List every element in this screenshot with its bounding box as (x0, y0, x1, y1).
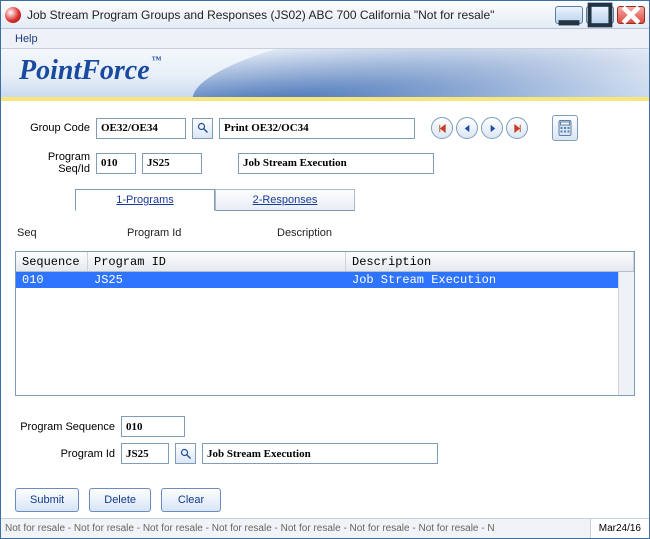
group-code-field[interactable]: OE32/OE34 (96, 118, 186, 139)
program-grid: Sequence Program ID Description 010 JS25… (15, 251, 635, 396)
window-title: Job Stream Program Groups and Responses … (27, 8, 555, 22)
maximize-button[interactable] (586, 6, 614, 24)
nav-next-button[interactable] (481, 117, 503, 139)
cell-pid: JS25 (88, 273, 346, 287)
program-id-field[interactable]: JS25 (121, 443, 169, 464)
app-icon (5, 7, 21, 23)
menu-bar: Help (1, 29, 649, 49)
row-program-id: Program Id JS25 Job Stream Execution (15, 443, 635, 464)
search-icon (180, 448, 192, 460)
maximize-icon (587, 2, 613, 28)
title-bar: Job Stream Program Groups and Responses … (1, 1, 649, 29)
nav-prev-button[interactable] (456, 117, 478, 139)
delete-button[interactable]: Delete (89, 488, 151, 512)
grid-column-headers: Sequence Program ID Description (16, 252, 634, 272)
prog-desc-field[interactable]: Job Stream Execution (238, 153, 434, 174)
calculator-icon (558, 120, 572, 136)
program-sequence-field[interactable]: 010 (121, 416, 185, 437)
brand-banner: PointForce™ (1, 49, 649, 101)
row-program-seq-id: Program Seq/Id 010 JS25 Job Stream Execu… (15, 151, 635, 175)
col-header-program-id[interactable]: Program ID (88, 252, 346, 271)
app-window: Job Stream Program Groups and Responses … (0, 0, 650, 539)
bottom-fields: Program Sequence 010 Program Id JS25 Job… (15, 416, 635, 464)
nav-last-button[interactable] (506, 117, 528, 139)
status-date: Mar24/16 (590, 519, 649, 538)
menu-help[interactable]: Help (7, 31, 46, 47)
cell-seq: 010 (16, 273, 88, 287)
search-icon (197, 122, 209, 134)
label-program-seq-id: Program Seq/Id (15, 151, 90, 175)
program-id-desc-field[interactable]: Job Stream Execution (202, 443, 438, 464)
next-icon (488, 124, 497, 133)
minimize-icon (556, 2, 582, 28)
window-buttons (555, 6, 645, 24)
grid-external-labels: Seq Program Id Description (17, 227, 635, 239)
brand-text: PointForce (19, 55, 150, 86)
tab-responses[interactable]: 2-Responses (215, 189, 355, 211)
first-icon (438, 124, 447, 133)
minimize-button[interactable] (555, 6, 583, 24)
grid-scrollbar[interactable] (618, 272, 634, 395)
grid-label-desc: Description (277, 227, 332, 239)
program-id-lookup-button[interactable] (175, 443, 196, 464)
seq-field[interactable]: 010 (96, 153, 136, 174)
close-icon (618, 2, 644, 28)
group-code-lookup-button[interactable] (192, 118, 213, 139)
group-code-desc-field[interactable]: Print OE32/OC34 (219, 118, 415, 139)
prev-icon (463, 124, 472, 133)
col-header-sequence[interactable]: Sequence (16, 252, 88, 271)
tabs: 1-Programs 2-Responses (75, 189, 635, 211)
calculator-button[interactable] (552, 115, 578, 141)
label-group-code: Group Code (15, 122, 90, 134)
tab-programs[interactable]: 1-Programs (75, 189, 215, 211)
row-group-code: Group Code OE32/OE34 Print OE32/OC34 (15, 115, 635, 141)
grid-row[interactable]: 010 JS25 Job Stream Execution (16, 272, 634, 288)
action-buttons: Submit Delete Clear (15, 488, 635, 512)
label-program-sequence: Program Sequence (15, 421, 115, 433)
status-bar: Not for resale - Not for resale - Not fo… (1, 518, 649, 538)
form-area: Group Code OE32/OE34 Print OE32/OC34 (1, 101, 649, 518)
grid-label-pid: Program Id (127, 227, 277, 239)
label-program-id: Program Id (15, 448, 115, 460)
row-program-sequence: Program Sequence 010 (15, 416, 635, 437)
record-nav (431, 117, 528, 139)
last-icon (513, 124, 522, 133)
col-header-description[interactable]: Description (346, 252, 634, 271)
brand-tm: ™ (152, 55, 162, 66)
brand-logo: PointForce™ (19, 55, 162, 87)
status-message: Not for resale - Not for resale - Not fo… (1, 523, 590, 534)
nav-first-button[interactable] (431, 117, 453, 139)
grid-label-seq: Seq (17, 227, 127, 239)
clear-button[interactable]: Clear (161, 488, 221, 512)
cell-desc: Job Stream Execution (346, 273, 634, 287)
close-button[interactable] (617, 6, 645, 24)
prog-id-field[interactable]: JS25 (142, 153, 202, 174)
submit-button[interactable]: Submit (15, 488, 79, 512)
